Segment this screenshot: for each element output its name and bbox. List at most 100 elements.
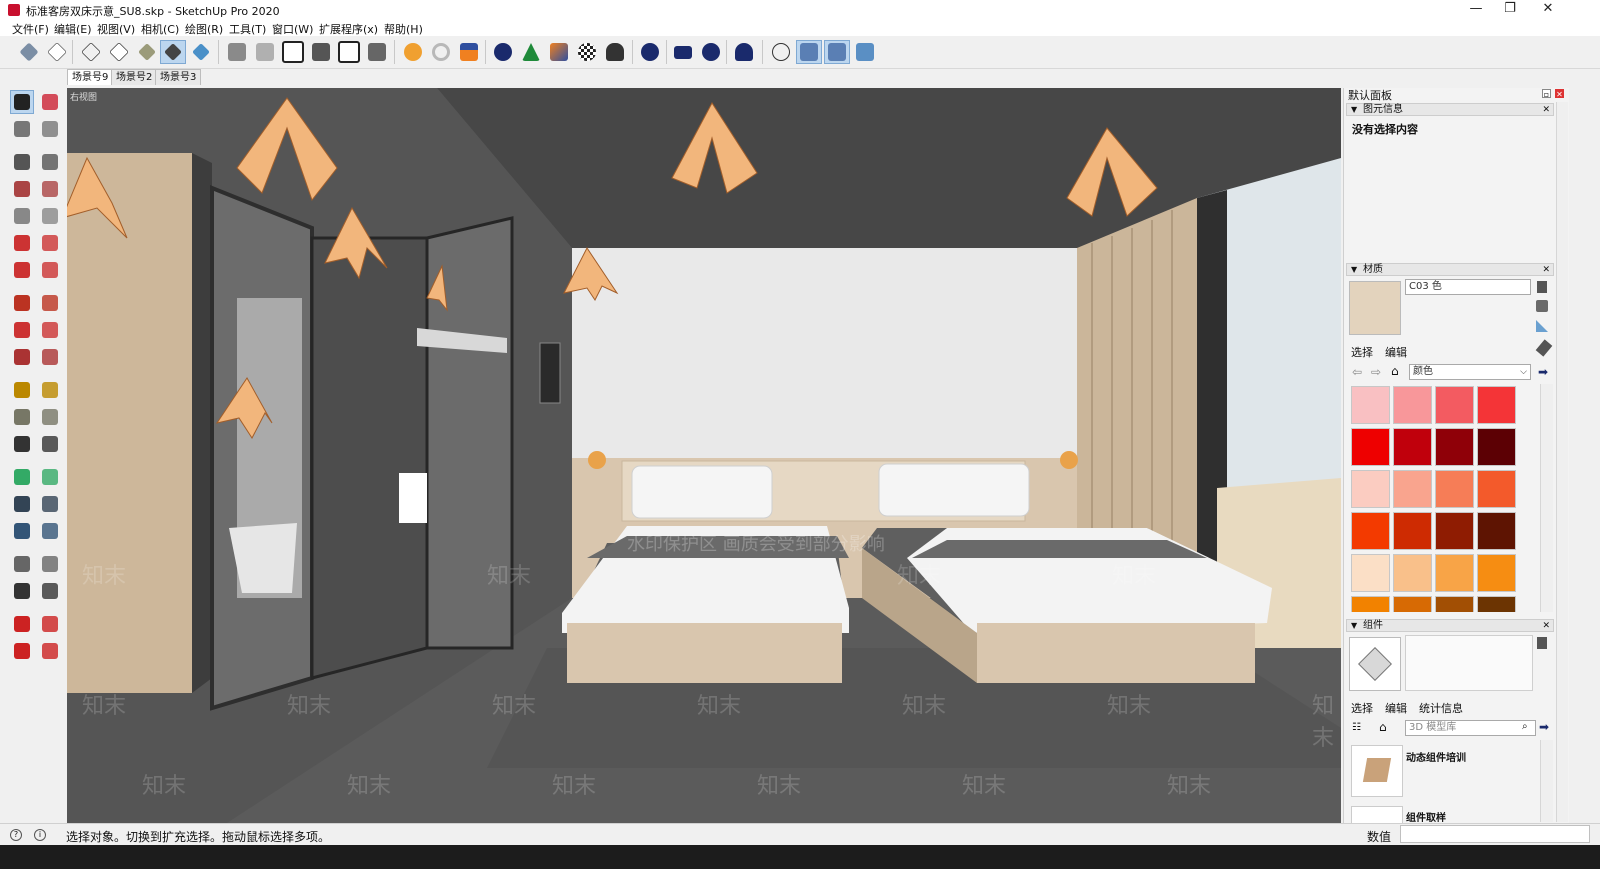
hidden-line-icon[interactable]: [106, 40, 132, 64]
menu-help[interactable]: 帮助(H): [384, 21, 423, 37]
monochrome-icon[interactable]: [188, 40, 214, 64]
material-swatch[interactable]: [1435, 470, 1474, 508]
tool-line-icon[interactable]: [10, 150, 34, 174]
material-swatch[interactable]: [1435, 428, 1474, 466]
back-edges-icon[interactable]: [44, 40, 70, 64]
tool-two-point-arc-icon[interactable]: [38, 231, 62, 255]
material-swatch[interactable]: [1435, 386, 1474, 424]
top-view-icon[interactable]: [252, 40, 278, 64]
material-swatch[interactable]: [1477, 470, 1516, 508]
info-icon[interactable]: i: [34, 829, 46, 841]
tool-position-camera-icon[interactable]: [10, 552, 34, 576]
menu-edit[interactable]: 编辑(E): [54, 21, 92, 37]
sync-icon[interactable]: [428, 40, 454, 64]
mail-icon[interactable]: [670, 40, 696, 64]
add-location-icon[interactable]: [490, 40, 516, 64]
material-name-field[interactable]: C03 色: [1405, 279, 1531, 295]
material-swatch[interactable]: [1477, 386, 1516, 424]
tool-zoom-icon[interactable]: [10, 492, 34, 516]
back-arrow-icon[interactable]: ⇦: [1352, 365, 1362, 379]
menu-tools[interactable]: 工具(T): [229, 21, 266, 37]
tool-circle-icon[interactable]: [10, 204, 34, 228]
create-material-icon[interactable]: [1537, 281, 1547, 293]
components-header[interactable]: ▼ 组件 ✕: [1346, 619, 1554, 632]
components-tab-edit[interactable]: 编辑: [1385, 700, 1407, 716]
menu-camera[interactable]: 相机(C): [141, 21, 179, 37]
tool-follow-me-icon[interactable]: [38, 318, 62, 342]
two-point-perspective-icon[interactable]: [824, 40, 850, 64]
view-options-icon[interactable]: ☷: [1352, 722, 1361, 733]
material-swatch[interactable]: [1393, 512, 1432, 550]
photo-texture-icon[interactable]: [574, 40, 600, 64]
material-swatch[interactable]: [1351, 428, 1390, 466]
parallel-projection-icon[interactable]: [852, 40, 878, 64]
material-swatch[interactable]: [1393, 428, 1432, 466]
home-icon[interactable]: ⌂: [1391, 364, 1399, 378]
tool-move-icon[interactable]: [10, 291, 34, 315]
component-item-dynamic[interactable]: 动态组件培训: [1406, 749, 1466, 764]
tool-sandbox-from-scratch-icon[interactable]: [38, 612, 62, 636]
materials-header[interactable]: ▼ 材质 ✕: [1346, 263, 1554, 276]
close-button[interactable]: ✕: [1530, 0, 1566, 20]
gear-icon[interactable]: [637, 40, 663, 64]
tray-scrollbar[interactable]: [1556, 102, 1568, 822]
details-arrow-icon[interactable]: ➡: [1539, 720, 1549, 734]
tool-protractor-icon[interactable]: [10, 405, 34, 429]
component-search-input[interactable]: 3D 模型库: [1405, 720, 1536, 736]
sketchup-app-icon[interactable]: [8, 4, 20, 16]
extension-warehouse-icon[interactable]: [456, 40, 482, 64]
shaded-with-textures-icon[interactable]: [160, 40, 186, 64]
geo-location-icon[interactable]: ?: [10, 829, 22, 841]
default-material-icon[interactable]: [1536, 300, 1548, 312]
tool-offset-icon[interactable]: [38, 345, 62, 369]
tool-tape-measure-icon[interactable]: [10, 378, 34, 402]
axes-icon[interactable]: [768, 40, 794, 64]
tool-3d-text-icon[interactable]: [38, 432, 62, 456]
forward-arrow-icon[interactable]: ⇨: [1371, 365, 1381, 379]
material-library-select[interactable]: 颜色 ⌵: [1409, 364, 1531, 380]
left-view-icon[interactable]: [364, 40, 390, 64]
material-swatch[interactable]: [1435, 512, 1474, 550]
tool-stamp-icon[interactable]: [38, 639, 62, 663]
component-item-sample[interactable]: 组件取样: [1406, 809, 1446, 824]
info-icon[interactable]: [698, 40, 724, 64]
search-icon[interactable]: ⌕: [1522, 721, 1528, 732]
scene-tab-9[interactable]: 场景号9: [67, 69, 114, 85]
iso-view-icon[interactable]: [224, 40, 250, 64]
tool-zoom-extents-icon[interactable]: [10, 519, 34, 543]
material-swatch[interactable]: [1351, 596, 1390, 612]
components-tab-select[interactable]: 选择: [1351, 700, 1373, 716]
shaded-icon[interactable]: [134, 40, 160, 64]
material-swatch[interactable]: [1477, 596, 1516, 612]
components-scrollbar[interactable]: [1540, 740, 1553, 822]
material-swatch[interactable]: [1477, 554, 1516, 592]
tool-three-point-arc-icon[interactable]: [10, 258, 34, 282]
tool-walk-icon[interactable]: [10, 579, 34, 603]
cloud-upload-icon[interactable]: [602, 40, 628, 64]
component-thumb-dynamic[interactable]: [1351, 745, 1403, 797]
menu-draw[interactable]: 绘图(R): [185, 21, 223, 37]
menu-window[interactable]: 窗口(W): [272, 21, 313, 37]
material-swatch[interactable]: [1393, 470, 1432, 508]
tool-previous-view-icon[interactable]: [38, 519, 62, 543]
material-swatch[interactable]: [1477, 512, 1516, 550]
menu-view[interactable]: 视图(V): [97, 21, 135, 37]
tool-paint-bucket-icon[interactable]: [10, 117, 34, 141]
tool-axes-tool-icon[interactable]: [10, 432, 34, 456]
tool-section-plane-icon[interactable]: [38, 579, 62, 603]
minimize-button[interactable]: —: [1458, 0, 1494, 20]
tool-look-around-icon[interactable]: [38, 552, 62, 576]
material-swatch[interactable]: [1351, 386, 1390, 424]
tool-orbit-icon[interactable]: [10, 465, 34, 489]
tool-arc-icon[interactable]: [10, 231, 34, 255]
tool-dimension-icon[interactable]: [38, 378, 62, 402]
menu-file[interactable]: 文件(F): [12, 21, 49, 37]
material-swatch[interactable]: [1393, 386, 1432, 424]
panel-close-icon[interactable]: ✕: [1542, 104, 1550, 116]
material-swatch[interactable]: [1477, 428, 1516, 466]
right-view-icon[interactable]: [308, 40, 334, 64]
material-swatch[interactable]: [1351, 512, 1390, 550]
tool-smoove-icon[interactable]: [10, 639, 34, 663]
tool-text-icon[interactable]: [38, 405, 62, 429]
front-view-icon[interactable]: [280, 40, 306, 64]
